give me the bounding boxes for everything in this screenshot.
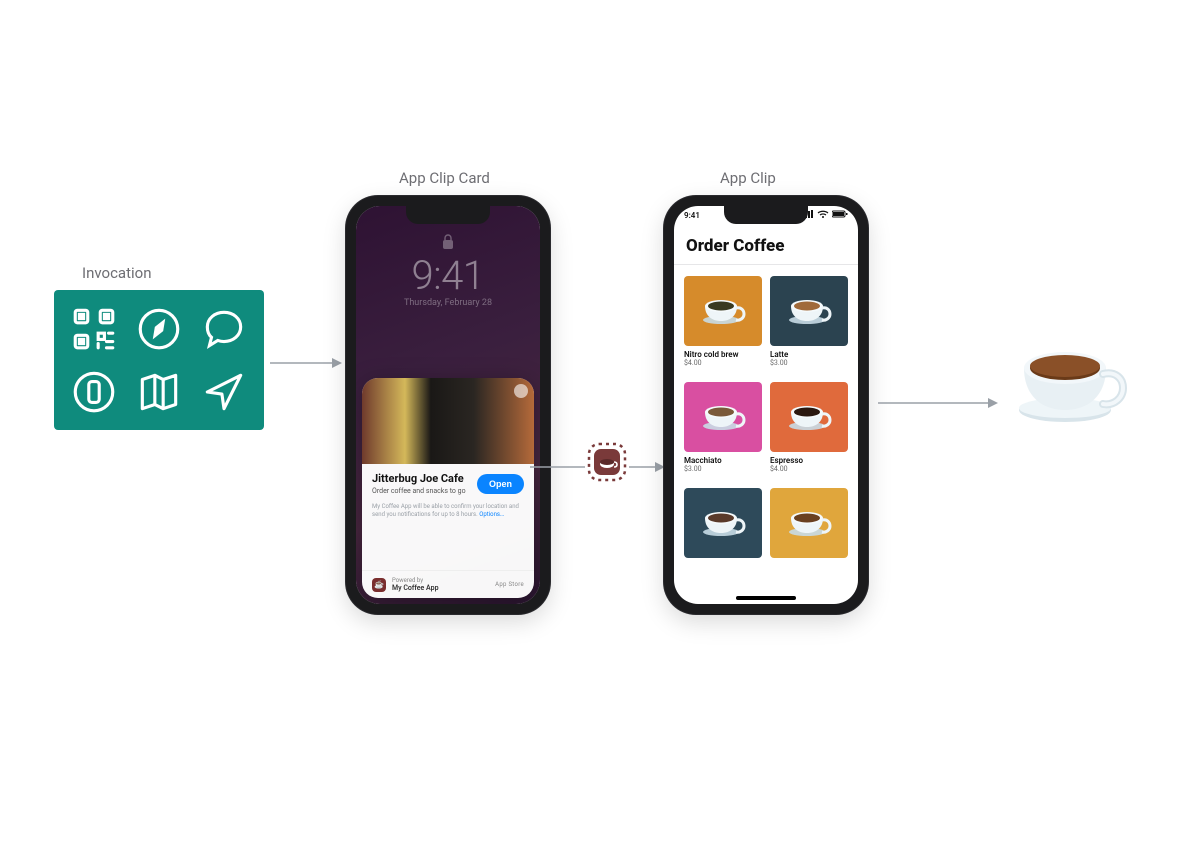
chat-bubble-icon [199, 304, 249, 354]
map-icon [134, 367, 184, 417]
menu-item[interactable]: Macchiato$3.00 [684, 382, 762, 480]
appclipcard-label: App Clip Card [399, 169, 490, 187]
appclip-fineprint: My Coffee App will be able to confirm yo… [362, 501, 534, 527]
invocation-panel [54, 290, 264, 430]
invocation-label: Invocation [82, 264, 151, 282]
powered-by-label: Powered by [392, 577, 439, 584]
appclip-title: Jitterbug Joe Cafe [372, 472, 466, 485]
appclip-card-sheet: Jitterbug Joe Cafe Order coffee and snac… [362, 378, 534, 598]
menu-tile [684, 488, 762, 558]
order-coffee-title: Order Coffee [674, 232, 858, 265]
menu-item-name: Espresso [770, 456, 848, 465]
menu-tile [770, 488, 848, 558]
menu-item-price: $4.00 [684, 359, 762, 367]
qr-code-icon [69, 304, 119, 354]
statusbar-time: 9:41 [684, 211, 700, 220]
menu-item-name: Latte [770, 350, 848, 359]
appclip-label: App Clip [720, 169, 776, 187]
phone-appclipcard: 9:41 Thursday, February 28 Jitterbug Joe… [346, 196, 550, 614]
coffee-cup-icon [1010, 330, 1130, 430]
menu-item[interactable]: Espresso$4.00 [770, 382, 848, 480]
battery-icon [832, 210, 848, 220]
home-indicator [736, 596, 796, 600]
app-name: My Coffee App [392, 584, 439, 592]
wifi-icon [817, 210, 829, 220]
nfc-tag-icon [69, 367, 119, 417]
menu-grid: Nitro cold brew$4.00Latte$3.00Macchiato$… [674, 266, 858, 604]
menu-item-name: Nitro cold brew [684, 350, 762, 359]
menu-item[interactable]: Latte$3.00 [770, 276, 848, 374]
open-button[interactable]: Open [477, 474, 524, 494]
arrow-3 [878, 396, 998, 398]
appclip-hero-image [362, 378, 534, 464]
menu-item-price: $3.00 [770, 359, 848, 367]
menu-tile [684, 276, 762, 346]
appclip-badge-icon [585, 440, 629, 484]
menu-tile [684, 382, 762, 452]
notch [406, 206, 490, 224]
appclip-subtitle: Order coffee and snacks to go [372, 487, 466, 495]
lock-icon [442, 234, 454, 250]
menu-tile [770, 382, 848, 452]
options-link[interactable]: Options… [479, 511, 504, 518]
arrow-1 [270, 356, 342, 358]
app-icon: ☕ [372, 578, 386, 592]
menu-item-price: $4.00 [770, 465, 848, 473]
menu-item[interactable]: Nitro cold brew$4.00 [684, 276, 762, 374]
compass-icon [134, 304, 184, 354]
menu-item-name: Macchiato [684, 456, 762, 465]
location-arrow-icon [199, 367, 249, 417]
phone-appclip: 9:41 Order Coffee Nitro cold brew$4.00La… [664, 196, 868, 614]
lockscreen-date: Thursday, February 28 [356, 298, 540, 308]
menu-item[interactable] [684, 488, 762, 586]
menu-tile [770, 276, 848, 346]
notch [724, 206, 808, 224]
appstore-label: App Store [495, 581, 524, 588]
menu-item-price: $3.00 [684, 465, 762, 473]
lockscreen-time: 9:41 [356, 252, 540, 299]
menu-item[interactable] [770, 488, 848, 586]
